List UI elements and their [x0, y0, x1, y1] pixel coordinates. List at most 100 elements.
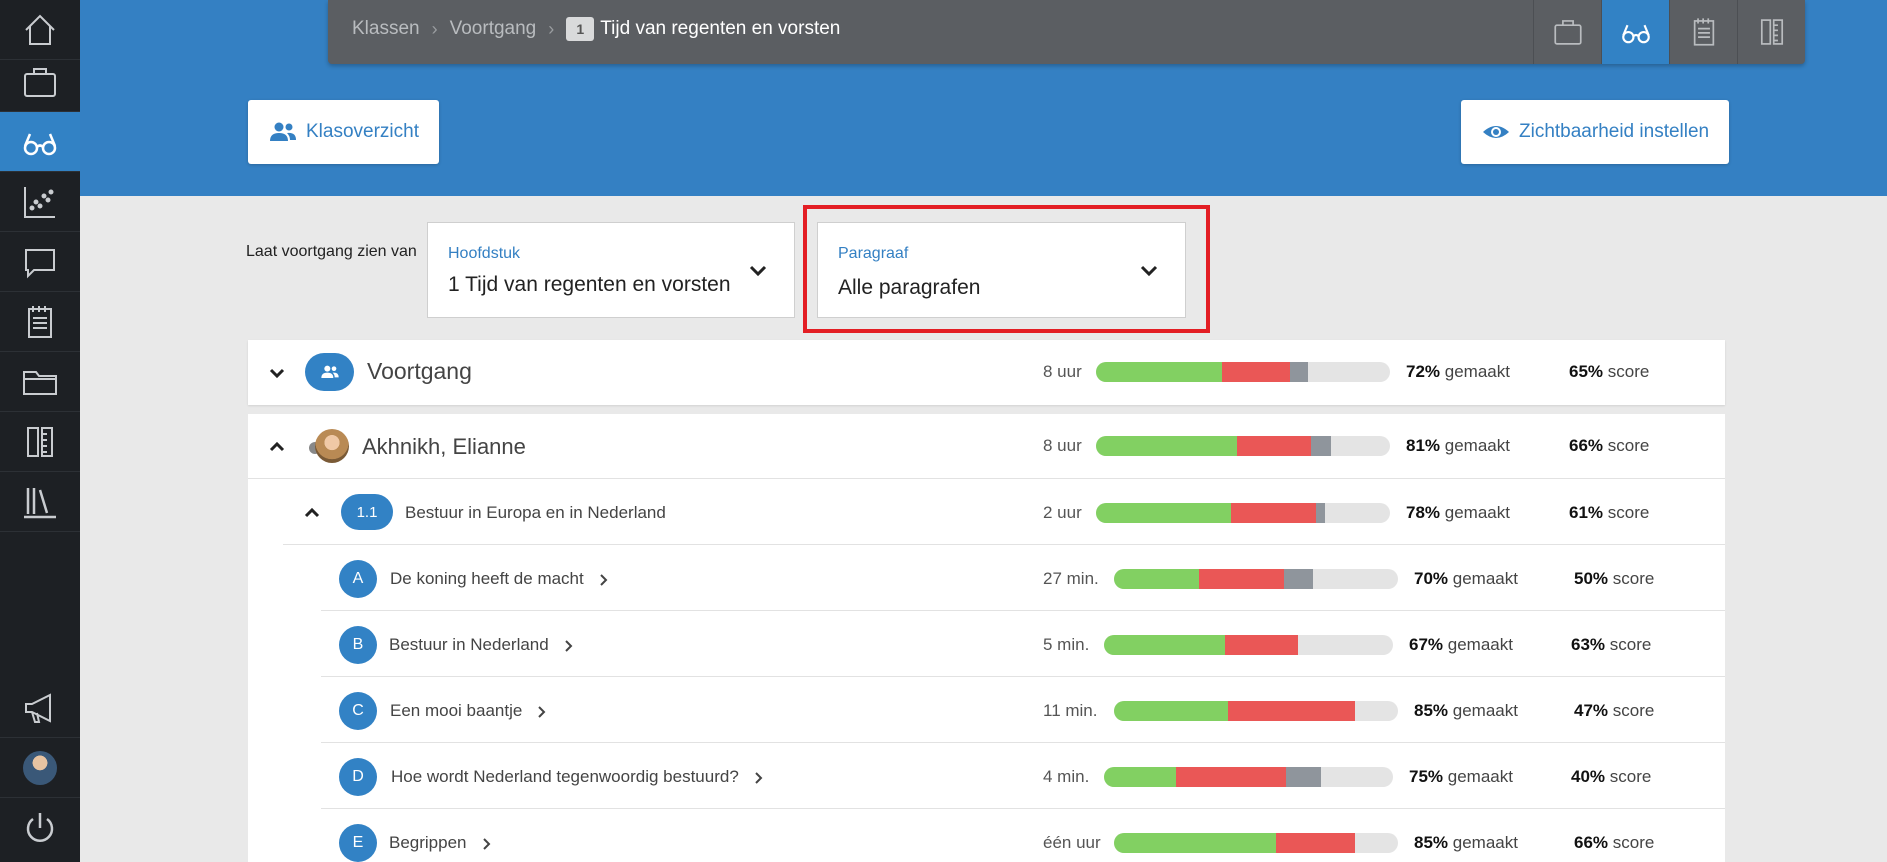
tab-methods[interactable]: [1737, 0, 1805, 64]
sidebar-item-files[interactable]: [0, 352, 80, 412]
bar-segment-incorrect: [1231, 503, 1317, 523]
section-number-badge: 1.1: [341, 494, 393, 530]
sidebar-item-briefcase[interactable]: [0, 52, 80, 112]
chevron-right-icon: ›: [548, 18, 555, 39]
bar-segment-correct: [1114, 701, 1228, 721]
glasses-icon: [23, 133, 57, 155]
progress-bar: [1114, 701, 1398, 721]
progress-bar: [1096, 436, 1390, 456]
chevron-down-icon: [1140, 265, 1158, 277]
chevron-down-icon: [749, 265, 767, 277]
sidebar-item-progress[interactable]: [0, 112, 80, 172]
sidebar-item-tasks[interactable]: [0, 292, 80, 352]
notepad-icon: [1693, 18, 1714, 46]
divider: [321, 676, 1725, 677]
paragraph-select-value: Alle paragrafen: [838, 276, 981, 299]
chapter-select-value: 1 Tijd van regenten en vorsten: [448, 273, 731, 296]
bar-segment-incorrect: [1225, 635, 1298, 655]
score-percentage: 63% score: [1571, 635, 1652, 654]
sidebar-item-logout[interactable]: [0, 798, 80, 858]
class-overview-label: Klasoverzicht: [306, 121, 419, 142]
lesson-time: 27 min.: [1043, 569, 1099, 588]
breadcrumb-item-classes[interactable]: Klassen: [352, 18, 420, 40]
lesson-letter-badge: C: [339, 692, 377, 730]
chapter-select[interactable]: Hoofdstuk 1 Tijd van regenten en vorsten: [427, 222, 795, 318]
sidebar-item-announcements[interactable]: [0, 678, 80, 738]
book-ruler-icon: [27, 426, 53, 457]
section-title[interactable]: Bestuur in Europa en in Nederland: [405, 503, 666, 523]
bar-segment-correct: [1104, 635, 1226, 655]
sidebar-item-methods[interactable]: [0, 412, 80, 472]
bar-segment-incorrect: [1237, 436, 1311, 456]
made-percentage: 85% gemaakt: [1414, 833, 1518, 852]
tab-progress[interactable]: [1601, 0, 1669, 64]
briefcase-icon: [1553, 20, 1582, 45]
chevron-up-icon[interactable]: [266, 436, 288, 458]
lesson-title[interactable]: Bestuur in Nederland: [389, 635, 575, 655]
bar-segment-incorrect: [1227, 701, 1356, 721]
progress-bar: [1096, 503, 1390, 523]
score-percentage: 61% score: [1569, 503, 1650, 522]
page-header: Klassen › Voortgang › 1 Tijd van regente…: [80, 0, 1887, 196]
glasses-icon: [1621, 24, 1650, 44]
tab-briefcase[interactable]: [1533, 0, 1601, 64]
paragraph-select[interactable]: Paragraaf Alle paragrafen: [817, 222, 1186, 318]
lesson-title[interactable]: Hoe wordt Nederland tegenwoordig bestuur…: [391, 767, 765, 787]
score-percentage: 50% score: [1574, 569, 1655, 588]
megaphone-icon: [25, 692, 51, 723]
visibility-settings-label: Zichtbaarheid instellen: [1519, 121, 1710, 142]
tab-tasks[interactable]: [1669, 0, 1737, 64]
chevron-right-icon: ›: [431, 18, 438, 39]
lesson-title[interactable]: Begrippen: [389, 833, 493, 853]
made-percentage: 67% gemaakt: [1409, 635, 1513, 654]
made-percentage: 81% gemaakt: [1406, 436, 1510, 455]
lesson-title[interactable]: De koning heeft de macht: [390, 569, 610, 589]
people-icon: [270, 122, 296, 141]
lesson-time: 4 min.: [1043, 767, 1090, 786]
lesson-time: 5 min.: [1043, 635, 1090, 654]
bar-segment-other: [1310, 436, 1332, 456]
class-overview-button[interactable]: Klasoverzicht: [248, 100, 439, 164]
chevron-right-icon: [482, 837, 490, 850]
breadcrumb-current: Tijd van regenten en vorsten: [600, 18, 841, 39]
chevron-right-icon: [600, 573, 608, 586]
bar-segment-other: [1316, 503, 1326, 523]
lesson-time: 11 min.: [1043, 701, 1098, 720]
view-tabs: [1533, 0, 1805, 64]
made-percentage: 78% gemaakt: [1406, 503, 1510, 522]
bar-segment-correct: [1114, 569, 1200, 589]
bar-segment-incorrect: [1176, 767, 1287, 787]
chevron-right-icon: [565, 639, 573, 652]
notepad-icon: [28, 305, 52, 338]
divider: [321, 808, 1725, 809]
chevron-up-icon[interactable]: [301, 502, 323, 524]
visibility-settings-button[interactable]: Zichtbaarheid instellen: [1461, 100, 1730, 164]
bar-segment-correct: [1096, 503, 1232, 523]
library-icon: [24, 487, 56, 518]
bar-segment-incorrect: [1275, 833, 1356, 853]
sidebar-item-messages[interactable]: [0, 232, 80, 292]
made-percentage: 72% gemaakt: [1406, 362, 1510, 381]
chevron-right-icon: [538, 705, 546, 718]
eye-icon: [1483, 126, 1509, 138]
sidebar-item-home[interactable]: [0, 0, 80, 60]
sidebar-item-library[interactable]: [0, 472, 80, 532]
score-percentage: 66% score: [1569, 436, 1650, 455]
people-icon: [320, 365, 339, 378]
lesson-letter-badge: D: [339, 758, 377, 796]
sidebar-item-results[interactable]: [0, 172, 80, 232]
made-percentage: 85% gemaakt: [1414, 701, 1518, 720]
breadcrumb-item-progress[interactable]: Voortgang: [450, 18, 537, 40]
progress-bar: [1104, 635, 1393, 655]
bar-segment-incorrect: [1199, 569, 1285, 589]
breadcrumb: Klassen › Voortgang › 1 Tijd van regente…: [352, 0, 840, 58]
bar-segment-incorrect: [1222, 362, 1291, 382]
chevron-down-icon[interactable]: [266, 362, 288, 384]
student-name[interactable]: Akhnikh, Elianne: [362, 434, 526, 460]
scatter-chart-icon: [24, 186, 55, 218]
bar-segment-correct: [1114, 833, 1276, 853]
sidebar-item-profile[interactable]: [0, 738, 80, 798]
progress-bar: [1114, 569, 1398, 589]
lesson-title[interactable]: Een mooi baantje: [390, 701, 548, 721]
paragraph-select-label: Paragraaf: [838, 245, 909, 262]
